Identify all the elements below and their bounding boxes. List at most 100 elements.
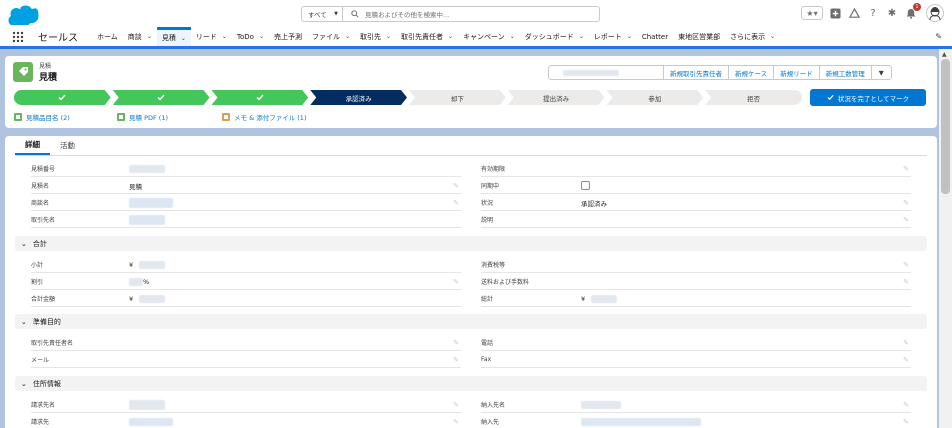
currency-symbol: ¥ <box>581 294 586 303</box>
search-scope-select[interactable]: すべて ▼ <box>301 6 343 22</box>
nav-item-2[interactable]: 見積 ⌄ <box>156 27 191 46</box>
chevron-down-icon[interactable]: ⌄ <box>259 33 264 40</box>
edit-pencil-icon[interactable]: ✎ <box>903 199 909 207</box>
nav-item-label: 売上予測 <box>273 32 302 41</box>
chevron-down-icon[interactable]: ⌄ <box>510 33 515 40</box>
nav-item-14[interactable]: さらに表示 ⌄ <box>725 27 780 46</box>
nav-item-9[interactable]: キャンペーン ⌄ <box>458 27 520 46</box>
chevron-down-icon[interactable]: ⌄ <box>448 33 453 40</box>
salesforce-logo-icon[interactable] <box>7 5 40 25</box>
field-value-redacted <box>581 400 621 409</box>
path-step-7[interactable]: 拒否 <box>705 90 802 105</box>
edit-pencil-icon[interactable]: ✎ <box>903 401 909 409</box>
nav-item-5[interactable]: 売上予測 <box>269 27 307 46</box>
nav-item-0[interactable]: ホーム <box>92 27 123 46</box>
chevron-down-icon[interactable]: ⌄ <box>627 33 632 40</box>
field-value-redacted[interactable] <box>129 214 165 225</box>
scroll-up-arrow-icon[interactable]: ▲ <box>942 51 947 58</box>
action-button-redacted[interactable] <box>549 66 663 79</box>
edit-pencil-icon[interactable]: ✎ <box>453 401 459 409</box>
nav-item-13[interactable]: 東地区営業部 <box>673 27 725 46</box>
related-link-quote-line-items[interactable]: 見積品目名 (2) <box>14 112 70 122</box>
chevron-down-icon[interactable]: ⌄ <box>181 35 186 42</box>
trailhead-icon[interactable] <box>847 6 861 20</box>
field-value-redacted[interactable] <box>129 197 173 208</box>
new-timesheet-button[interactable]: 新規工数管理 <box>818 66 871 79</box>
chevron-down-icon[interactable]: ⌄ <box>345 33 350 40</box>
chevron-down-icon[interactable]: ⌄ <box>147 33 152 40</box>
mark-status-complete-button[interactable]: 状況を完了としてマーク <box>810 89 926 106</box>
nav-item-4[interactable]: ToDo ⌄ <box>232 27 269 46</box>
edit-pencil-icon[interactable]: ✎ <box>903 216 909 224</box>
nav-item-10[interactable]: ダッシュボード ⌄ <box>520 27 589 46</box>
edit-pencil-icon[interactable]: ✎ <box>453 182 459 190</box>
new-case-button[interactable]: 新規ケース <box>728 66 773 79</box>
nav-item-8[interactable]: 取引先責任者 ⌄ <box>396 27 458 46</box>
field-label: 請求先 <box>31 419 50 426</box>
currency-symbol: ¥ <box>129 294 134 303</box>
chevron-down-icon[interactable]: ⌄ <box>386 33 391 40</box>
nav-item-label: リード <box>195 32 217 41</box>
favorites-star-icon[interactable]: ★▾ <box>801 6 823 20</box>
app-launcher-icon[interactable] <box>12 27 30 46</box>
field-label: 商談名 <box>31 200 50 207</box>
nav-item-label: ToDo <box>236 32 254 41</box>
global-header: すべて ▼ 見積およびその他を検索中... ★▾ ? ✱ 1 <box>0 0 952 27</box>
edit-pencil-icon[interactable]: ✎ <box>903 261 909 269</box>
path-step-6[interactable]: 参加 <box>607 90 704 105</box>
path-step-5[interactable]: 提出済み <box>508 90 605 105</box>
nav-item-3[interactable]: リード ⌄ <box>191 27 232 46</box>
path-step-2[interactable] <box>212 90 309 105</box>
section-prepared-for[interactable]: ⌄ 準備目的 <box>15 314 927 329</box>
related-link-notes-attachments[interactable]: メモ & 添付ファイル (1) <box>222 112 306 122</box>
nav-item-6[interactable]: ファイル ⌄ <box>307 27 355 46</box>
user-avatar[interactable] <box>926 4 944 22</box>
edit-pencil-icon[interactable]: ✎ <box>903 165 909 173</box>
new-contact-button[interactable]: 新規取引先責任者 <box>663 66 728 79</box>
path-step-0[interactable] <box>14 90 111 105</box>
nav-item-label: ファイル <box>311 32 340 41</box>
new-lead-button[interactable]: 新規リード <box>773 66 819 79</box>
nav-item-12[interactable]: Chatter <box>637 27 673 46</box>
chevron-down-icon[interactable]: ⌄ <box>579 33 584 40</box>
nav-item-7[interactable]: 取引先 ⌄ <box>355 27 396 46</box>
field-value: ¥ <box>581 294 618 303</box>
path-step-3[interactable]: 承認済み <box>310 90 407 105</box>
mark-status-label: 状況を完了としてマーク <box>837 94 910 103</box>
help-icon[interactable]: ? <box>866 6 880 20</box>
gear-icon[interactable]: ✱ <box>885 6 899 20</box>
edit-pencil-icon[interactable]: ✎ <box>903 339 909 347</box>
path-step-4[interactable]: 却下 <box>409 90 506 105</box>
field-label: 見積番号 <box>31 166 56 173</box>
notification-bell-icon[interactable]: 1 <box>904 3 921 20</box>
edit-nav-pencil-icon[interactable]: ✎ <box>935 27 942 46</box>
edit-pencil-icon[interactable]: ✎ <box>453 339 459 347</box>
more-actions-chevron-icon[interactable]: ▼ <box>870 66 891 79</box>
tab-activity[interactable]: 活動 <box>50 136 85 155</box>
section-title: 準備目的 <box>32 317 61 326</box>
scrollbar-thumb[interactable] <box>941 59 950 194</box>
edit-pencil-icon[interactable]: ✎ <box>453 356 459 364</box>
record-tabs: 詳細 活動 <box>15 136 927 156</box>
edit-pencil-icon[interactable]: ✎ <box>453 199 459 207</box>
edit-pencil-icon[interactable]: ✎ <box>903 356 909 364</box>
global-create-icon[interactable] <box>828 6 842 20</box>
section-totals[interactable]: ⌄ 合計 <box>15 236 927 251</box>
notification-badge: 1 <box>913 3 921 11</box>
page-scrollbar[interactable]: ▲ <box>939 49 952 428</box>
path-step-1[interactable] <box>113 90 210 105</box>
chevron-down-icon[interactable]: ⌄ <box>222 33 227 40</box>
section-address-information[interactable]: ⌄ 住所情報 <box>15 376 927 391</box>
nav-item-11[interactable]: レポート ⌄ <box>589 27 637 46</box>
chevron-down-icon[interactable]: ⌄ <box>770 33 775 40</box>
related-link-quote-pdf[interactable]: 見積 PDF (1) <box>117 112 168 122</box>
checkmark-icon <box>256 94 264 101</box>
nav-item-1[interactable]: 商談 ⌄ <box>123 27 157 46</box>
edit-pencil-icon[interactable]: ✎ <box>453 278 459 286</box>
edit-pencil-icon[interactable]: ✎ <box>453 418 459 426</box>
global-search-input[interactable]: 見積およびその他を検索中... <box>343 6 600 22</box>
edit-pencil-icon[interactable]: ✎ <box>903 418 909 426</box>
edit-pencil-icon[interactable]: ✎ <box>903 278 909 286</box>
syncing-checkbox[interactable] <box>581 181 590 190</box>
tab-details[interactable]: 詳細 <box>15 136 50 155</box>
